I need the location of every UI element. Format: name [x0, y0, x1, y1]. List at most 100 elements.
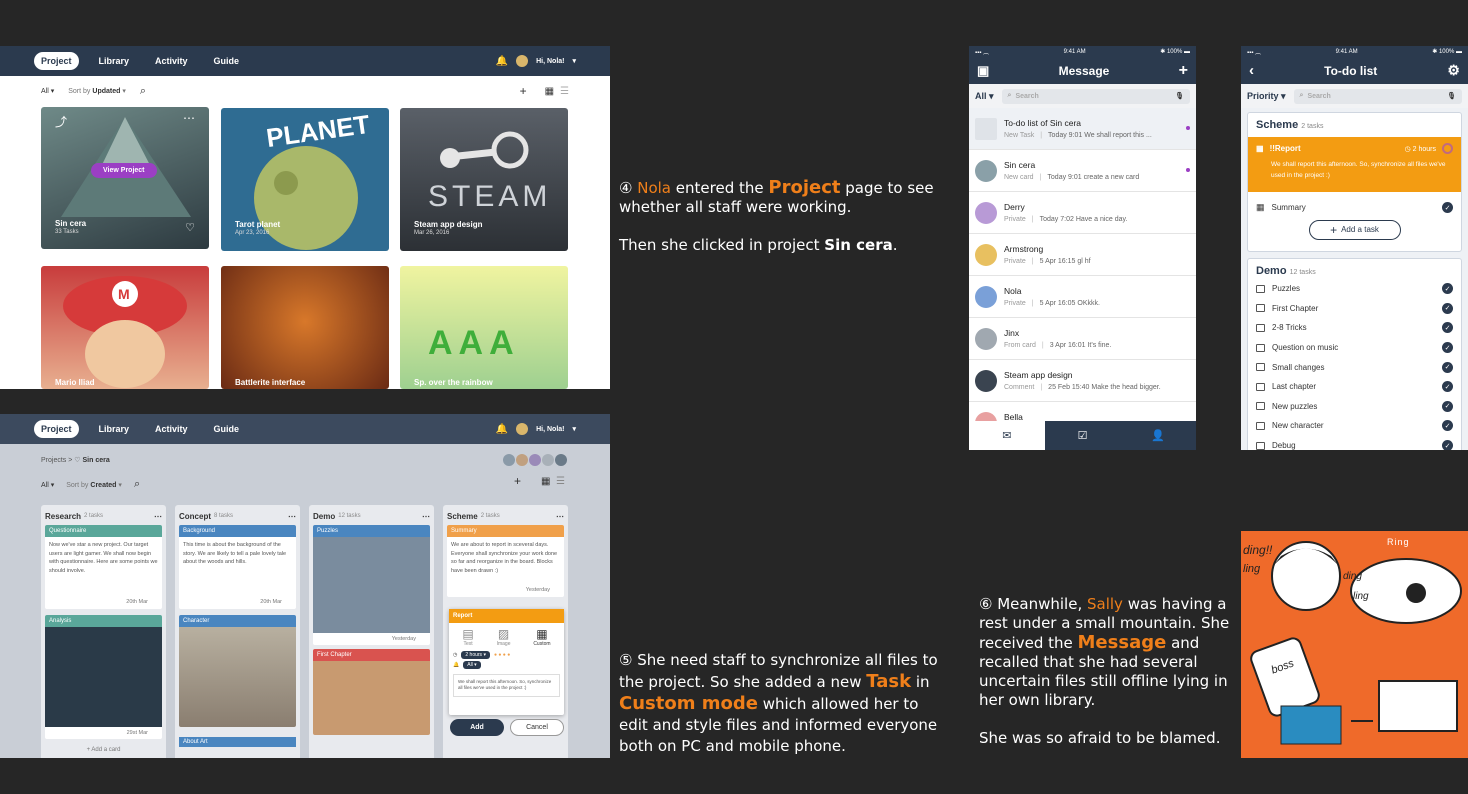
check-icon[interactable]: ✓ — [1442, 420, 1453, 432]
grid-view-icon[interactable]: ▦ — [541, 476, 550, 487]
popup-body[interactable]: We shall report this afternoon. So, sync… — [453, 674, 560, 697]
task-row[interactable]: ▦ Summary ✓ — [1248, 198, 1461, 218]
member-avatars[interactable] — [503, 454, 569, 466]
project-card[interactable]: Battlerite interface — [221, 266, 389, 389]
message-row[interactable]: Jinx From card | 3 Apr 16:01 It's fine. — [969, 318, 1196, 360]
list-view-icon[interactable]: ☰ — [556, 476, 565, 487]
task-row[interactable]: Puzzles ✓ — [1248, 279, 1461, 299]
add-task-button[interactable]: + Add a task — [1308, 219, 1401, 240]
time-dropdown[interactable]: 2 hours ▾ — [461, 651, 490, 659]
breadcrumb-root[interactable]: Projects — [41, 457, 66, 464]
check-icon[interactable]: ✓ — [1442, 302, 1453, 314]
avatar[interactable] — [516, 423, 529, 435]
project-card[interactable]: PLANET Tarot planet Apr 23, 2016 — [221, 108, 389, 251]
chevron-down-icon[interactable]: ▾ — [572, 57, 576, 65]
mic-icon[interactable]: 🎙 — [1447, 92, 1456, 100]
board-card[interactable]: Summary We are about to report in scever… — [447, 525, 564, 597]
back-icon[interactable]: ‹ — [1249, 62, 1254, 79]
tab-project[interactable]: Project — [34, 420, 79, 438]
board-card[interactable]: First Chapter — [313, 649, 430, 735]
message-row[interactable]: Armstrong Private | 5 Apr 16:15 gl hf — [969, 234, 1196, 276]
avatar[interactable] — [516, 55, 529, 67]
check-icon[interactable]: ✓ — [1442, 342, 1453, 354]
message-row[interactable]: Derry Private | Today 7:02 Have a nice day. — [969, 192, 1196, 234]
list-view-icon[interactable]: ☰ — [560, 86, 569, 97]
tab-library[interactable]: Library — [99, 424, 130, 434]
check-icon[interactable]: ✓ — [1442, 283, 1453, 295]
board-card-title[interactable]: About Art — [179, 737, 296, 747]
task-row[interactable]: Question on music ✓ — [1248, 338, 1461, 358]
priority-dropdown[interactable]: Priority ▾ — [1247, 91, 1286, 102]
bell-icon[interactable]: 🔔 — [496, 56, 508, 67]
tab-activity[interactable]: Activity — [155, 424, 188, 434]
task-row[interactable]: 2-8 Tricks ✓ — [1248, 318, 1461, 338]
tab-project[interactable]: Project — [34, 52, 79, 70]
project-card[interactable]: STEAM Steam app design Mar 26, 2016 — [400, 108, 568, 251]
plus-icon[interactable]: + — [1179, 62, 1188, 80]
task-row[interactable]: Last chapter ✓ — [1248, 377, 1461, 397]
project-card[interactable]: AAA Sp. over the rainbow — [400, 266, 568, 389]
chevron-down-icon[interactable]: ▾ — [572, 425, 576, 433]
board-card[interactable]: Puzzles Yesterday — [313, 525, 430, 645]
grid-view-icon[interactable]: ▦ — [545, 86, 554, 97]
tab-guide[interactable]: Guide — [214, 424, 240, 434]
bell-icon[interactable]: 🔔 — [496, 424, 508, 435]
tab-guide[interactable]: Guide — [214, 56, 240, 66]
board-card[interactable]: Background This time is about the backgr… — [179, 525, 296, 609]
greeting[interactable]: Hi, Nola! — [536, 58, 564, 65]
profile-icon[interactable]: 👤 — [1120, 421, 1196, 450]
search-icon[interactable]: ⌕ — [134, 478, 140, 491]
view-project-button[interactable]: View Project — [91, 163, 157, 178]
sort-dropdown[interactable]: Sort by Updated ▾ — [68, 87, 126, 95]
project-card[interactable]: M Mario Iliad — [41, 266, 209, 389]
tasks-icon[interactable]: ☑ — [1045, 421, 1121, 450]
message-row[interactable]: To-do list of Sin cera New Task | Today 9:0… — [969, 108, 1196, 150]
search-input[interactable]: ⌕ Search 🎙 — [1001, 88, 1190, 104]
task-checkbox[interactable] — [1442, 143, 1453, 154]
plus-icon[interactable]: + — [514, 474, 521, 488]
message-row[interactable]: Nola Private | 5 Apr 16:05 OKkkk. — [969, 276, 1196, 318]
check-icon[interactable]: ✓ — [1442, 361, 1453, 373]
check-icon[interactable]: ✓ — [1442, 322, 1453, 334]
greeting[interactable]: Hi, Nola! — [536, 426, 564, 433]
mode-text[interactable]: ▤ Text — [462, 627, 473, 647]
share-icon[interactable]: ⤴ — [55, 113, 67, 130]
more-icon[interactable]: ⋯ — [183, 111, 195, 125]
gear-icon[interactable]: ⚙ — [1447, 62, 1460, 79]
filter-dropdown[interactable]: All ▾ — [41, 87, 54, 95]
color-picker[interactable]: ● ● ● ● — [494, 652, 510, 658]
check-icon[interactable]: ✓ — [1442, 381, 1453, 393]
task-row[interactable]: New puzzles ✓ — [1248, 397, 1461, 417]
assign-dropdown[interactable]: All ▾ — [463, 661, 481, 669]
task-row[interactable]: Debug ✓ — [1248, 436, 1461, 450]
tab-library[interactable]: Library — [99, 56, 130, 66]
mode-custom[interactable]: ▦ Custom — [533, 627, 550, 647]
mode-image[interactable]: ▨ Image — [497, 627, 511, 647]
check-icon[interactable]: ✓ — [1442, 440, 1453, 450]
add-card-button[interactable]: + Add a card — [45, 747, 162, 753]
tab-activity[interactable]: Activity — [155, 56, 188, 66]
mail-icon[interactable]: ✉ — [969, 421, 1045, 450]
task-row[interactable]: First Chapter ✓ — [1248, 299, 1461, 319]
search-input[interactable]: ⌕ Search 🎙 — [1293, 88, 1462, 104]
report-task[interactable]: ▦ !!Report ◷ 2 hours We shall report thi… — [1248, 137, 1461, 192]
board-card[interactable]: Character — [179, 615, 296, 727]
cancel-button[interactable]: Cancel — [510, 719, 564, 736]
task-row[interactable]: Small changes ✓ — [1248, 357, 1461, 377]
add-button[interactable]: Add — [450, 719, 504, 736]
filter-dropdown[interactable]: All ▾ — [975, 91, 994, 102]
task-row[interactable]: New character ✓ — [1248, 416, 1461, 436]
project-card[interactable]: ⤴ ⋯ View Project Sin cera 33 Tasks ♡ — [41, 107, 209, 249]
check-icon[interactable]: ✓ — [1442, 400, 1453, 412]
mic-icon[interactable]: 🎙 — [1175, 92, 1184, 100]
message-row[interactable]: Steam app design Comment | 25 Feb 15:40 Mak… — [969, 360, 1196, 402]
board-card[interactable]: Analysis 29st Mar — [45, 615, 162, 739]
search-icon[interactable]: ⌕ — [140, 85, 146, 98]
plus-icon[interactable]: + — [520, 84, 527, 98]
check-icon[interactable]: ✓ — [1442, 202, 1453, 214]
message-row[interactable]: Sin cera New card | Today 9:01 create a new… — [969, 150, 1196, 192]
heart-icon[interactable]: ♡ — [185, 221, 195, 234]
contacts-icon[interactable]: ▣ — [977, 63, 989, 79]
filter-dropdown[interactable]: All ▾ — [41, 481, 54, 489]
sort-dropdown[interactable]: Sort by Created ▾ — [66, 481, 122, 489]
